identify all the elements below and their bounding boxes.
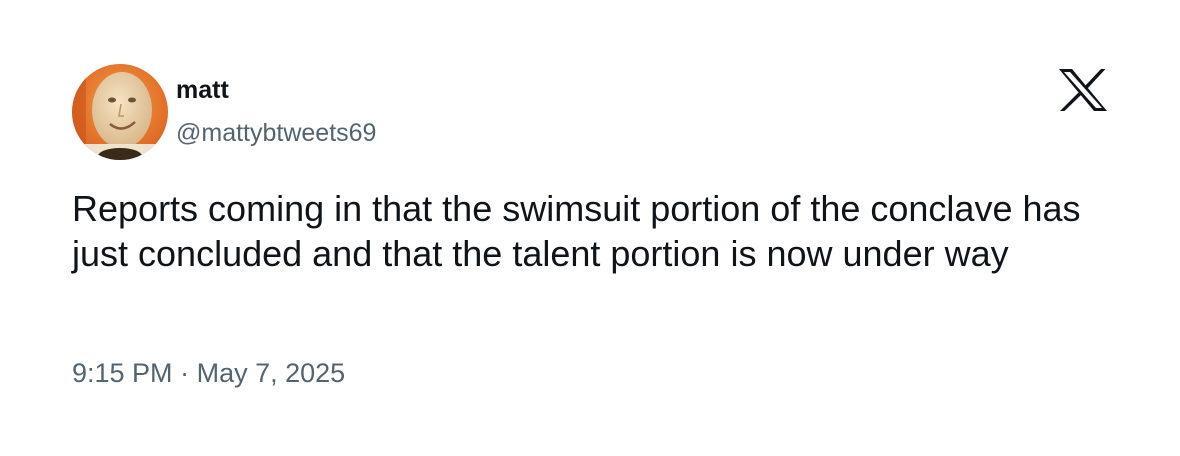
timestamp-separator: · [180, 358, 190, 388]
tweet-date: May 7, 2025 [196, 358, 346, 388]
user-handle[interactable]: @mattybtweets69 [176, 117, 376, 149]
tweet-text: Reports coming in that the swimsuit port… [72, 188, 1081, 274]
x-logo-icon[interactable] [1059, 69, 1107, 111]
tweet-time: 9:15 PM [72, 358, 173, 388]
avatar-image [72, 64, 168, 160]
display-name[interactable]: matt [176, 74, 229, 106]
tweet-timestamp[interactable]: 9:15 PM · May 7, 2025 [72, 356, 345, 390]
avatar[interactable] [72, 64, 168, 160]
